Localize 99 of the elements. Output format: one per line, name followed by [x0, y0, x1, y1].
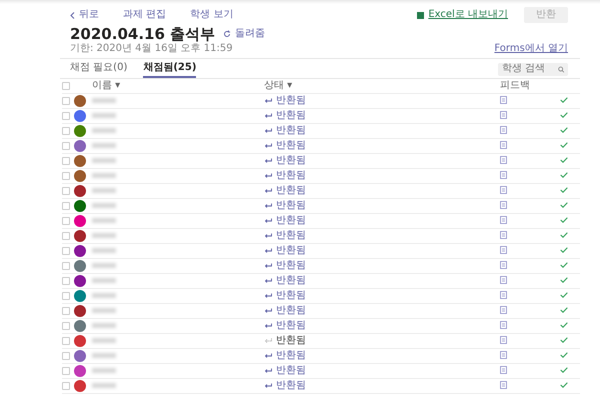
blurred-name [92, 263, 116, 268]
blurred-name [92, 233, 116, 238]
status-text: 반환됨 [276, 334, 306, 346]
row-checkbox[interactable] [62, 336, 70, 344]
row-checkbox[interactable] [62, 186, 70, 194]
feedback-icon[interactable] [500, 110, 507, 119]
row-checkbox[interactable] [62, 172, 70, 180]
row-checkbox[interactable] [62, 276, 70, 284]
feedback-icon[interactable] [500, 156, 507, 164]
status-text: 반환됨 [276, 320, 306, 332]
feedback-icon[interactable] [500, 170, 507, 179]
status-text: 반환됨 [276, 214, 306, 226]
blurred-name [92, 293, 116, 298]
column-header: 피드백 [500, 80, 530, 90]
status-text: 반환됨 [276, 170, 306, 182]
return-link[interactable]: 돌려줌 [235, 28, 266, 40]
status-text: 반환됨 [276, 94, 306, 106]
tab[interactable]: 채점됨(25) [143, 60, 196, 78]
column-header[interactable]: 상태 ▾ [264, 80, 292, 92]
status-text: 반환됨 [276, 184, 306, 196]
back-link[interactable]: 뒤로 [79, 9, 99, 21]
feedback-icon[interactable] [500, 260, 507, 269]
status-text: 반환됨 [276, 290, 306, 302]
blurred-name [92, 383, 116, 388]
status-text: 반환됨 [276, 350, 306, 362]
row-checkbox[interactable] [62, 96, 70, 104]
blurred-name [92, 128, 116, 133]
tab[interactable]: 채점 필요(0) [70, 60, 128, 78]
feedback-icon[interactable] [500, 246, 507, 254]
row-checkbox[interactable] [62, 246, 70, 254]
blurred-name [92, 173, 116, 178]
excel-icon [417, 12, 424, 18]
blurred-name [92, 158, 116, 163]
row-checkbox[interactable] [62, 216, 70, 224]
nav-link[interactable]: 학생 보기 [190, 9, 234, 21]
row-checkbox[interactable] [62, 112, 70, 120]
feedback-icon[interactable] [500, 276, 507, 284]
row-checkbox[interactable] [62, 352, 70, 360]
feedback-icon[interactable] [500, 140, 507, 149]
feedback-icon[interactable] [500, 126, 507, 134]
status-text: 반환됨 [276, 110, 306, 122]
status-text: 반환됨 [276, 124, 306, 136]
feedback-icon[interactable] [500, 216, 507, 224]
due-date: 기한: 2020년 4월 16일 오후 11:59 [70, 42, 234, 54]
status-text: 반환됨 [276, 380, 306, 392]
blurred-name [92, 218, 116, 223]
row-checkbox[interactable] [62, 202, 70, 210]
blurred-name [92, 368, 116, 373]
search-icon [558, 66, 564, 72]
feedback-icon[interactable] [500, 230, 507, 239]
blurred-name [92, 278, 116, 283]
status-text: 반환됨 [276, 244, 306, 256]
row-checkbox[interactable] [62, 306, 70, 314]
row-checkbox[interactable] [62, 382, 70, 390]
forms-link[interactable]: Forms에서 열기 [494, 42, 568, 54]
feedback-icon[interactable] [500, 306, 507, 314]
column-header[interactable]: 이름 ▾ [92, 80, 120, 92]
feedback-icon[interactable] [500, 200, 507, 209]
feedback-icon[interactable] [500, 320, 507, 329]
blurred-name [92, 353, 116, 358]
status-text: 반환됨 [276, 140, 306, 152]
status-text: 반환됨 [276, 274, 306, 286]
blurred-name [92, 113, 116, 118]
row-checkbox[interactable] [62, 232, 70, 240]
status-text: 반환됨 [276, 304, 306, 316]
feedback-icon[interactable] [500, 336, 507, 344]
status-text: 반환됨 [276, 260, 306, 272]
feedback-icon[interactable] [500, 350, 507, 359]
row-checkbox[interactable] [62, 126, 70, 134]
blurred-name [92, 248, 116, 253]
blurred-name [92, 143, 116, 148]
feedback-icon[interactable] [500, 380, 507, 389]
feedback-icon[interactable] [500, 96, 507, 104]
blurred-name [92, 203, 116, 208]
page-title: 2020.04.16 출석부 [70, 26, 216, 42]
select-all-checkbox[interactable] [62, 82, 70, 90]
feedback-icon[interactable] [500, 366, 507, 374]
blurred-name [92, 308, 116, 313]
blurred-name [92, 323, 116, 328]
search-field[interactable]: 학생 검색 [498, 62, 568, 76]
status-text: 반환됨 [276, 364, 306, 376]
refresh-icon [223, 30, 232, 38]
row-checkbox[interactable] [62, 322, 70, 330]
row-checkbox[interactable] [62, 292, 70, 300]
row-checkbox[interactable] [62, 156, 70, 164]
feedback-icon[interactable] [500, 290, 507, 299]
row-checkbox[interactable] [62, 142, 70, 150]
status-text: 반환됨 [276, 230, 306, 242]
blurred-name [92, 98, 116, 103]
nav-link[interactable]: 과제 편집 [123, 9, 166, 21]
row-checkbox[interactable] [62, 262, 70, 270]
status-text: 반환됨 [276, 154, 306, 166]
export-link[interactable]: Excel로 내보내기 [428, 9, 508, 21]
blurred-name [92, 338, 116, 343]
row-checkbox[interactable] [62, 366, 70, 374]
blurred-name [92, 188, 116, 193]
back-icon [70, 12, 75, 18]
status-text: 반환됨 [276, 200, 306, 212]
feedback-icon[interactable] [500, 186, 507, 194]
